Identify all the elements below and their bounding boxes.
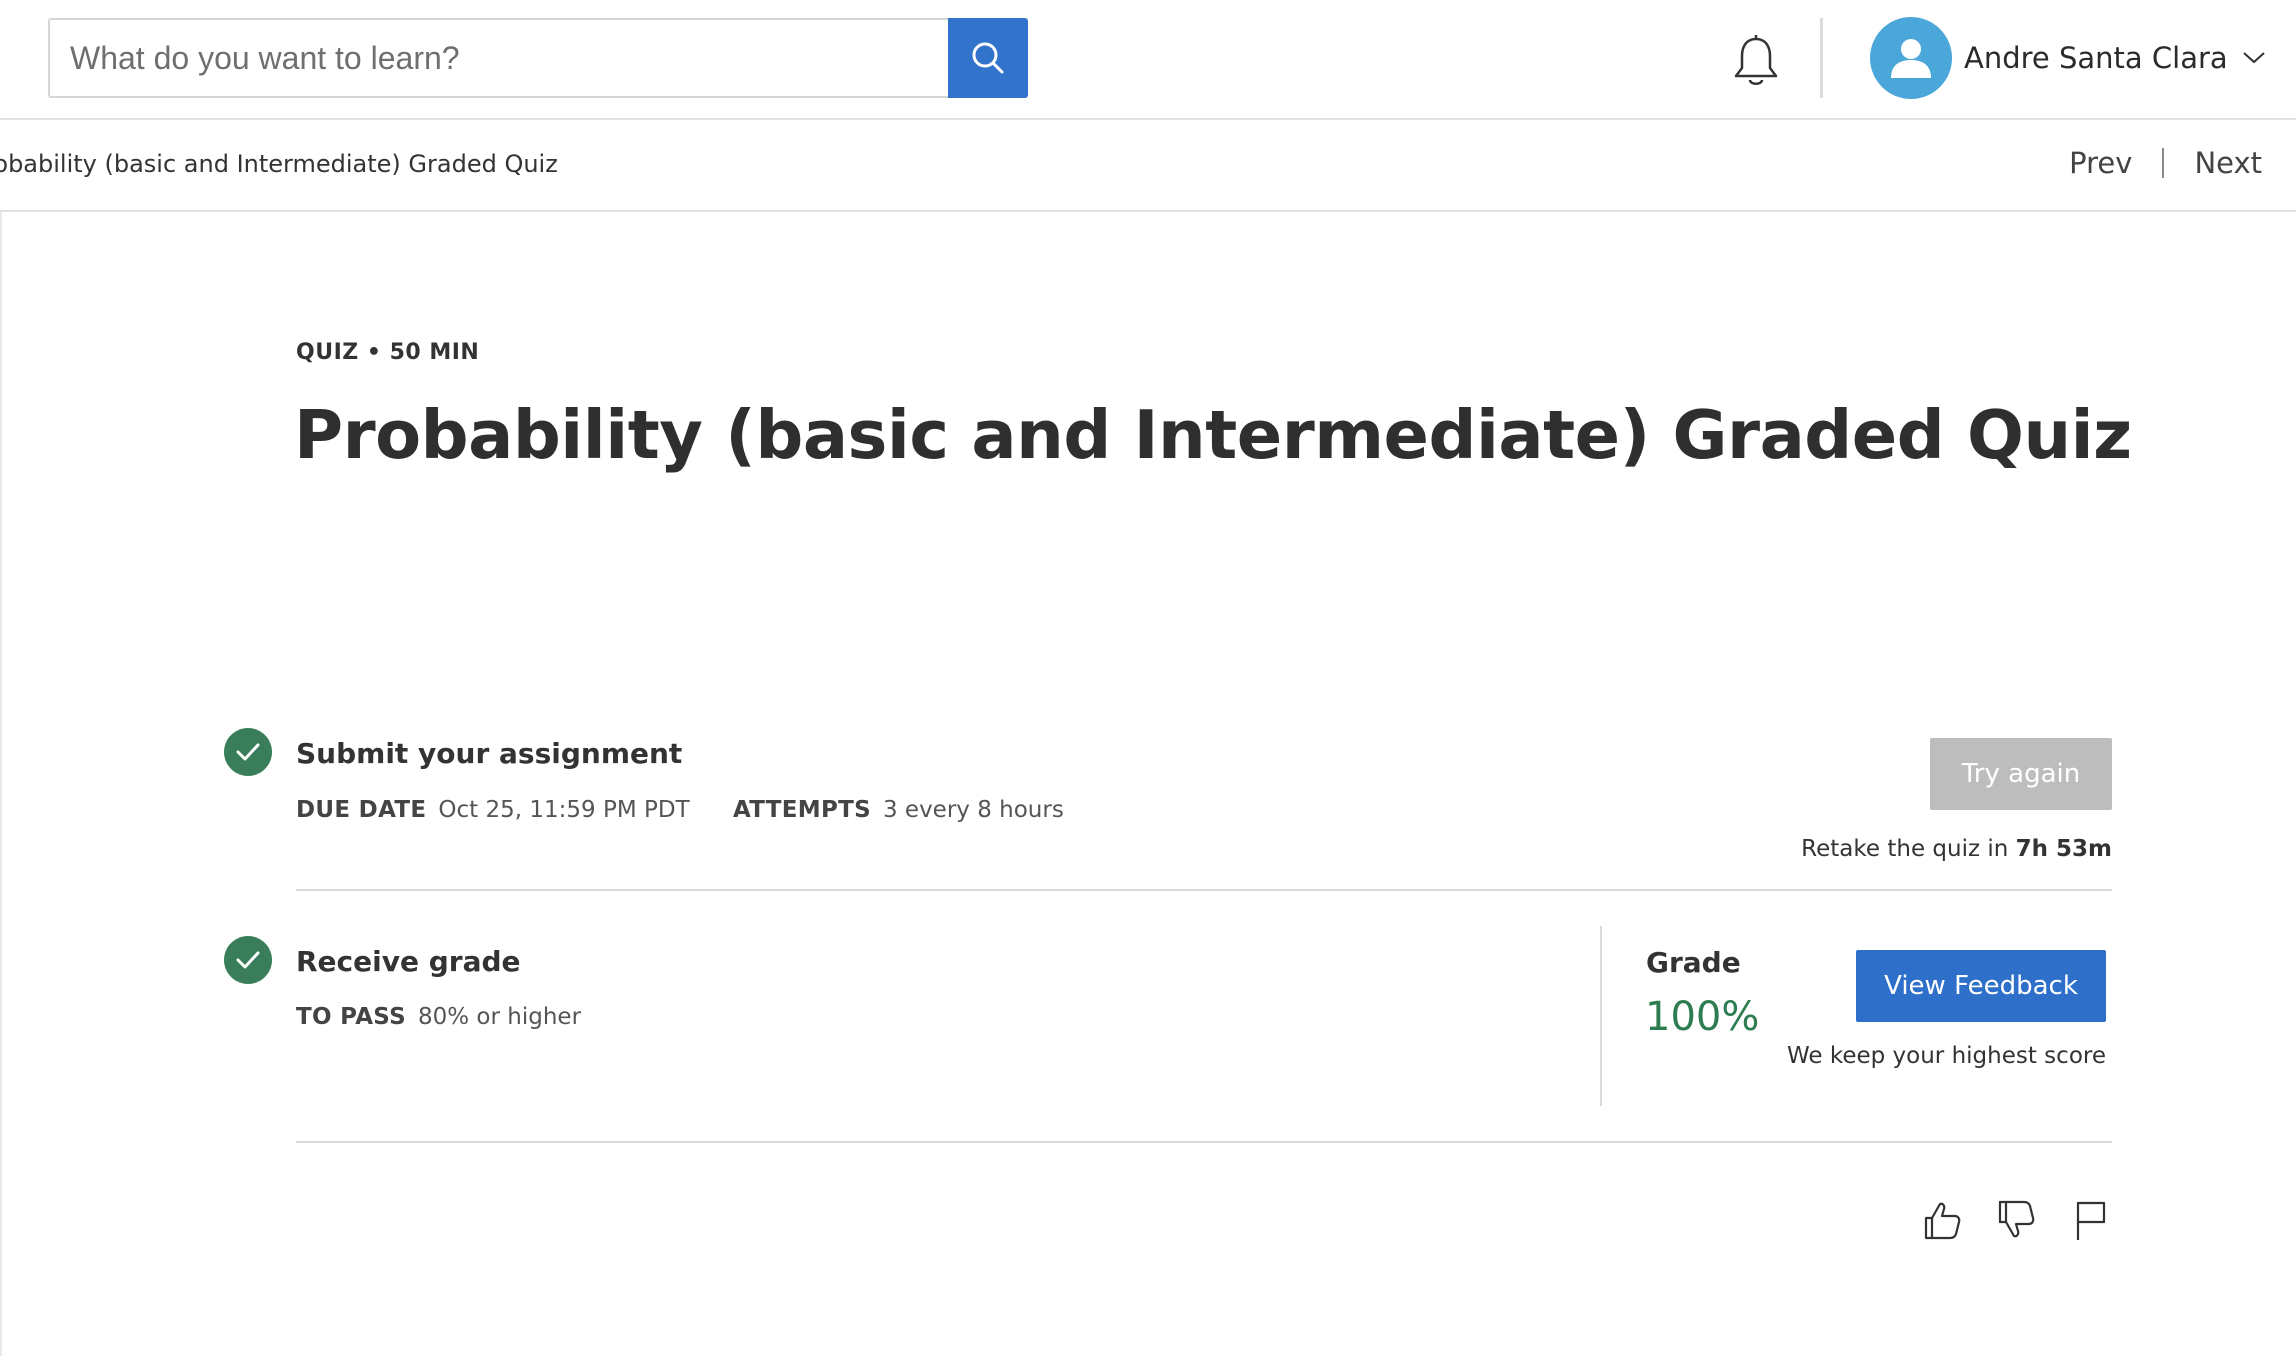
view-feedback-button[interactable]: View Feedback (1856, 950, 2106, 1022)
grade-title: Receive grade (296, 945, 521, 978)
due-date-label: DUE DATE (296, 797, 427, 823)
page-title: Probability (basic and Intermediate) Gra… (294, 396, 2132, 474)
submit-check-icon (224, 728, 272, 776)
grade-label: Grade (1646, 946, 1741, 979)
retake-prefix: Retake the quiz in (1801, 836, 2009, 862)
bell-icon (1734, 35, 1778, 85)
pass-value: 80% or higher (418, 1004, 582, 1030)
thumbs-up-icon (1924, 1202, 1961, 1240)
grade-check-icon (224, 936, 272, 984)
like-button[interactable] (1918, 1196, 1966, 1244)
attempts-label: ATTEMPTS (732, 797, 871, 823)
user-icon (1891, 39, 1931, 78)
user-name: Andre Santa Clara (1964, 41, 2228, 75)
breadcrumb[interactable]: Probability (basic and Intermediate) Gra… (0, 150, 558, 178)
flag-icon (2076, 1201, 2106, 1240)
avatar (1870, 17, 1952, 99)
submit-title: Submit your assignment (296, 737, 683, 770)
dislike-button[interactable] (1992, 1196, 2040, 1244)
header-divider (1820, 18, 1823, 98)
bottom-divider (296, 1141, 2112, 1143)
user-menu[interactable]: Andre Santa Clara (1870, 17, 2266, 99)
highest-score-note: We keep your highest score (1786, 1043, 2106, 1069)
pass-details: TO PASS 80% or higher (296, 1004, 581, 1030)
quiz-meta: QUIZ • 50 MIN (296, 340, 480, 365)
submit-details: DUE DATE Oct 25, 11:59 PM PDT ATTEMPTS 3 e… (296, 797, 1064, 823)
retake-note: Retake the quiz in 7h 53m (1801, 836, 2112, 862)
prev-link[interactable]: Prev (2069, 146, 2132, 180)
next-link[interactable]: Next (2194, 146, 2262, 180)
grade-value: 100% (1645, 994, 1760, 1040)
search-button[interactable] (948, 18, 1028, 98)
report-button[interactable] (2066, 1196, 2114, 1244)
nav-separator (2162, 148, 2165, 178)
left-border (0, 212, 2, 1356)
section-divider (296, 889, 2112, 891)
chevron-down-icon (2242, 51, 2266, 65)
search-input[interactable] (48, 18, 948, 98)
due-date-value: Oct 25, 11:59 PM PDT (438, 797, 690, 823)
try-again-button[interactable]: Try again (1930, 738, 2112, 810)
feedback-icons (1918, 1196, 2114, 1244)
search-icon (972, 42, 1004, 74)
top-bar: Andre Santa Clara (0, 0, 2296, 120)
pass-label: TO PASS (296, 1004, 406, 1030)
notifications-button[interactable] (1728, 32, 1784, 92)
breadcrumb-bar: Probability (basic and Intermediate) Gra… (0, 122, 2296, 212)
grade-divider (1600, 926, 1602, 1106)
attempts-value: 3 every 8 hours (882, 797, 1064, 823)
thumbs-down-icon (1998, 1200, 2035, 1238)
prev-next-nav: Prev Next (2069, 146, 2262, 180)
retake-time: 7h 53m (2015, 836, 2112, 862)
